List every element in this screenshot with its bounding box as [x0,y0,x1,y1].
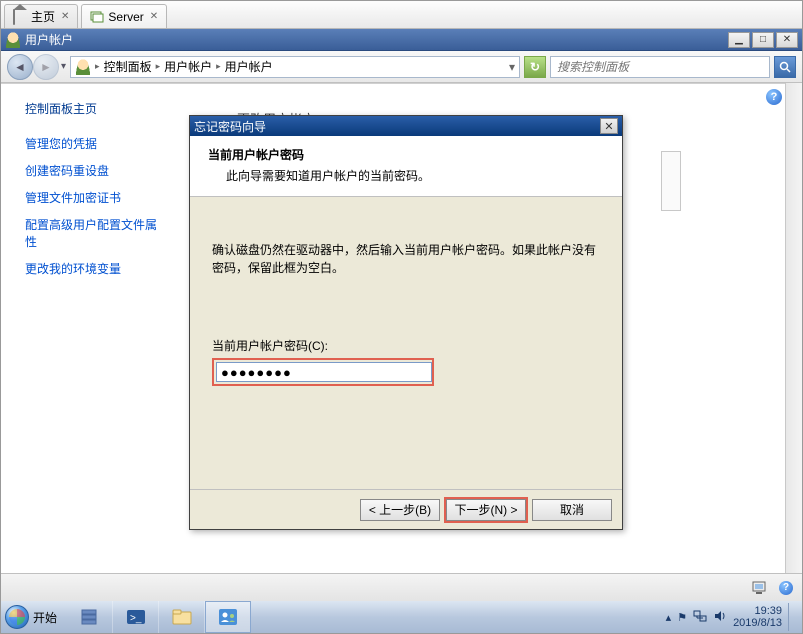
server-icon [90,10,104,24]
dialog-heading: 当前用户帐户密码 [208,146,602,163]
screen: 主页 ✕ Server ✕ 用户帐户 ▁ □ ✕ ◄ ► ▾ ▸ 控制 [0,0,803,634]
svg-text:>_: >_ [130,613,142,624]
window-title: 用户帐户 [25,31,73,48]
password-highlight-box [212,358,434,386]
window-titlebar: 用户帐户 ▁ □ ✕ [1,29,802,51]
flag-icon[interactable]: ⚑ [677,611,687,624]
password-label: 当前用户帐户密码(C): [212,337,600,354]
system-tray: ▴ ⚑ 19:39 2019/8/13 [660,603,802,631]
status-strip: ? [1,573,802,601]
sidebar-link-env[interactable]: 更改我的环境变量 [25,260,165,277]
search-box[interactable] [550,56,770,78]
user-icon [75,59,91,75]
dialog-body: 确认磁盘仍然在驱动器中，然后输入当前用户帐户密码。如果此帐户没有密码，保留此框为… [190,197,622,507]
taskbar-server-manager[interactable] [67,601,113,633]
nav-bar: ◄ ► ▾ ▸ 控制面板 ▸ 用户帐户 ▸ 用户帐户 ▾ ↻ [1,51,802,83]
dialog-title: 忘记密码向导 [194,118,266,135]
network-icon[interactable] [693,609,707,626]
server-manager-icon [79,606,101,628]
nav-arrows: ◄ ► ▾ [7,54,66,80]
breadcrumb[interactable]: 控制面板 [104,58,152,75]
chevron-right-icon: ▸ [95,61,100,72]
dialog-titlebar[interactable]: 忘记密码向导 ✕ [190,116,622,136]
tab-server[interactable]: Server ✕ [81,4,167,28]
taskbar-user-accounts[interactable] [205,601,251,633]
address-dropdown-icon[interactable]: ▾ [509,60,515,74]
home-icon [13,10,27,24]
dialog-instruction: 确认磁盘仍然在驱动器中，然后输入当前用户帐户密码。如果此帐户没有密码，保留此框为… [212,241,600,277]
user-account-icon [5,32,21,48]
taskbar-explorer[interactable] [159,601,205,633]
browser-tabs: 主页 ✕ Server ✕ [1,1,802,29]
start-label: 开始 [33,609,57,626]
refresh-button[interactable]: ↻ [524,56,546,78]
taskbar-powershell[interactable]: >_ [113,601,159,633]
user-accounts-taskbar-icon [217,606,239,628]
chevron-right-icon: ▸ [156,61,161,72]
sidebar-link-credentials[interactable]: 管理您的凭据 [25,135,165,152]
help-icon[interactable]: ? [766,89,782,105]
taskbar: 开始 >_ ▴ ⚑ 19:39 [1,601,802,633]
explorer-icon [171,606,193,628]
computer-icon[interactable] [752,580,768,596]
dialog-footer: < 上一步(B) 下一步(N) > 取消 [190,489,622,529]
forward-button[interactable]: ► [33,54,59,80]
cropped-panel [661,151,681,211]
cancel-button[interactable]: 取消 [532,499,612,521]
breadcrumb[interactable]: 用户帐户 [164,58,212,75]
back-button[interactable]: ◄ [7,54,33,80]
chevron-right-icon: ▸ [216,61,221,72]
tab-label: 主页 [31,8,55,25]
scrollbar-vertical[interactable] [785,83,802,573]
dialog-header: 当前用户帐户密码 此向导需要知道用户帐户的当前密码。 [190,136,622,197]
password-input[interactable] [216,362,432,382]
date: 2019/8/13 [733,617,782,629]
tray-chevron-icon[interactable]: ▴ [666,611,672,624]
minimize-button[interactable]: ▁ [728,32,750,48]
address-bar[interactable]: ▸ 控制面板 ▸ 用户帐户 ▸ 用户帐户 ▾ [70,56,520,78]
close-icon[interactable]: ✕ [150,11,158,22]
powershell-icon: >_ [125,606,147,628]
forgot-password-wizard: 忘记密码向导 ✕ 当前用户帐户密码 此向导需要知道用户帐户的当前密码。 确认磁盘… [189,115,623,530]
sidebar-link-reset-disk[interactable]: 创建密码重设盘 [25,162,165,179]
start-button[interactable]: 开始 [1,601,67,633]
nav-history-dropdown[interactable]: ▾ [61,61,66,72]
search-input[interactable] [555,59,765,75]
window-buttons: ▁ □ ✕ [726,32,798,48]
search-icon [779,61,791,73]
back-button[interactable]: < 上一步(B) [360,499,440,521]
maximize-button[interactable]: □ [752,32,774,48]
sidebar-home[interactable]: 控制面板主页 [25,100,165,117]
breadcrumb[interactable]: 用户帐户 [225,58,273,75]
sidebar: 控制面板主页 管理您的凭据 创建密码重设盘 管理文件加密证书 配置高级用户配置文… [1,84,165,573]
clock[interactable]: 19:39 2019/8/13 [733,605,782,629]
time: 19:39 [733,605,782,617]
help-question-icon[interactable]: ? [778,580,794,596]
close-button[interactable]: ✕ [776,32,798,48]
close-icon[interactable]: ✕ [61,11,69,22]
show-desktop-button[interactable] [788,603,796,631]
volume-icon[interactable] [713,609,727,626]
dialog-close-button[interactable]: ✕ [600,118,618,134]
sidebar-link-cert[interactable]: 管理文件加密证书 [25,189,165,206]
next-button[interactable]: 下一步(N) > [446,499,526,521]
search-button[interactable] [774,56,796,78]
tab-home[interactable]: 主页 ✕ [4,4,78,28]
sidebar-link-profile[interactable]: 配置高级用户配置文件属性 [25,216,165,250]
tab-label: Server [108,10,143,24]
dialog-subheading: 此向导需要知道用户帐户的当前密码。 [226,167,602,184]
windows-orb-icon [5,605,29,629]
quick-launch: >_ [67,601,251,633]
